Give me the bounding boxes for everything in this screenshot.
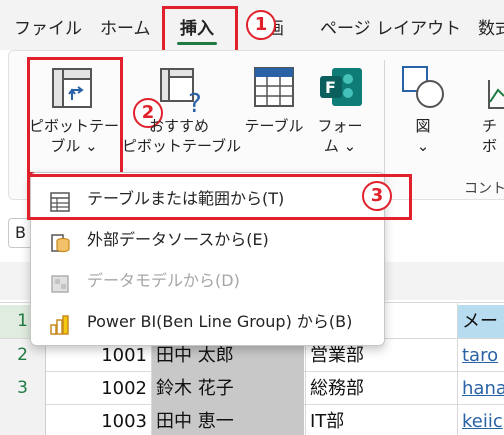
row-header-3[interactable]: 3 — [0, 372, 46, 405]
annotation-number-1: 1 — [246, 10, 276, 40]
ribbon-group-divider — [384, 60, 385, 180]
table-button[interactable]: テーブル — [238, 116, 310, 136]
menu-item-label: Power BI(Ben Line Group) から(B) — [87, 312, 353, 331]
forms-button[interactable]: フォー ム ⌄ — [314, 116, 366, 156]
table-label: テーブル — [244, 117, 304, 135]
chart-label-line2: ボ — [482, 137, 498, 155]
power-bi-icon — [49, 311, 71, 335]
recommended-pivot-label-line2: ピボットテーブル — [122, 137, 242, 155]
illustrations-button[interactable]: 図 ⌄ — [405, 116, 441, 156]
chart-label-line1: チ — [482, 117, 498, 135]
cell-email[interactable]: hana — [458, 372, 504, 405]
cell-email[interactable]: taro — [458, 339, 504, 372]
forms-label-line1: フォー — [317, 117, 363, 135]
insert-tab-annotation-box — [162, 6, 238, 54]
from-table-range-annotation-box — [27, 174, 412, 220]
illustrations-label-line1: 図 — [415, 117, 431, 135]
recommended-pivot-icon: ? — [158, 66, 206, 119]
grid-line — [457, 302, 458, 435]
menu-item-from-power-bi[interactable]: Power BI(Ben Line Group) から(B) — [31, 302, 384, 342]
cell-dept[interactable]: IT部 — [306, 405, 456, 435]
chart-icon — [486, 72, 504, 112]
cell-id[interactable]: 1003 — [47, 405, 151, 435]
illustrations-icon — [400, 64, 446, 110]
forms-label-line2: ム ⌄ — [323, 137, 357, 155]
cell-name[interactable]: 田中 恵一 — [152, 405, 304, 435]
row-header-4[interactable] — [0, 405, 46, 435]
cell-header-email[interactable]: メー — [458, 305, 504, 338]
menu-item-label: 外部データソースから(E) — [87, 230, 269, 249]
tab-file[interactable]: ファイル — [14, 14, 82, 39]
illustrations-label-line2: ⌄ — [416, 137, 430, 155]
svg-text:?: ? — [188, 89, 202, 114]
data-model-icon — [49, 270, 71, 293]
pivot-table-annotation-box — [27, 57, 123, 175]
tab-formulas[interactable]: 数式 — [478, 14, 504, 39]
chart-button[interactable]: チ ボ — [482, 116, 504, 156]
cell-id[interactable]: 1002 — [47, 372, 151, 405]
svg-text:F: F — [325, 78, 336, 97]
menu-item-from-external-source[interactable]: 外部データソースから(E) — [31, 220, 384, 260]
cell-email[interactable]: keiic — [458, 405, 504, 435]
tab-page-layout[interactable]: ページ レイアウト — [320, 14, 461, 39]
forms-icon: F — [318, 64, 364, 110]
recommended-pivot-label-line1: おすすめ — [148, 117, 209, 135]
recommended-pivot-button[interactable]: おすすめ ピボットテーブル — [122, 116, 242, 156]
cell-dept[interactable]: 総務部 — [306, 372, 456, 405]
annotation-number-3: 3 — [362, 181, 392, 211]
menu-item-from-data-model: データモデルから(D) — [31, 261, 384, 301]
ribbon-group-label: コント — [464, 181, 504, 197]
external-data-icon — [49, 229, 71, 253]
tab-home[interactable]: ホーム — [100, 14, 151, 39]
cell-name[interactable]: 鈴木 花子 — [152, 372, 304, 405]
menu-item-label: データモデルから(D) — [87, 271, 240, 290]
table-icon — [253, 66, 295, 108]
